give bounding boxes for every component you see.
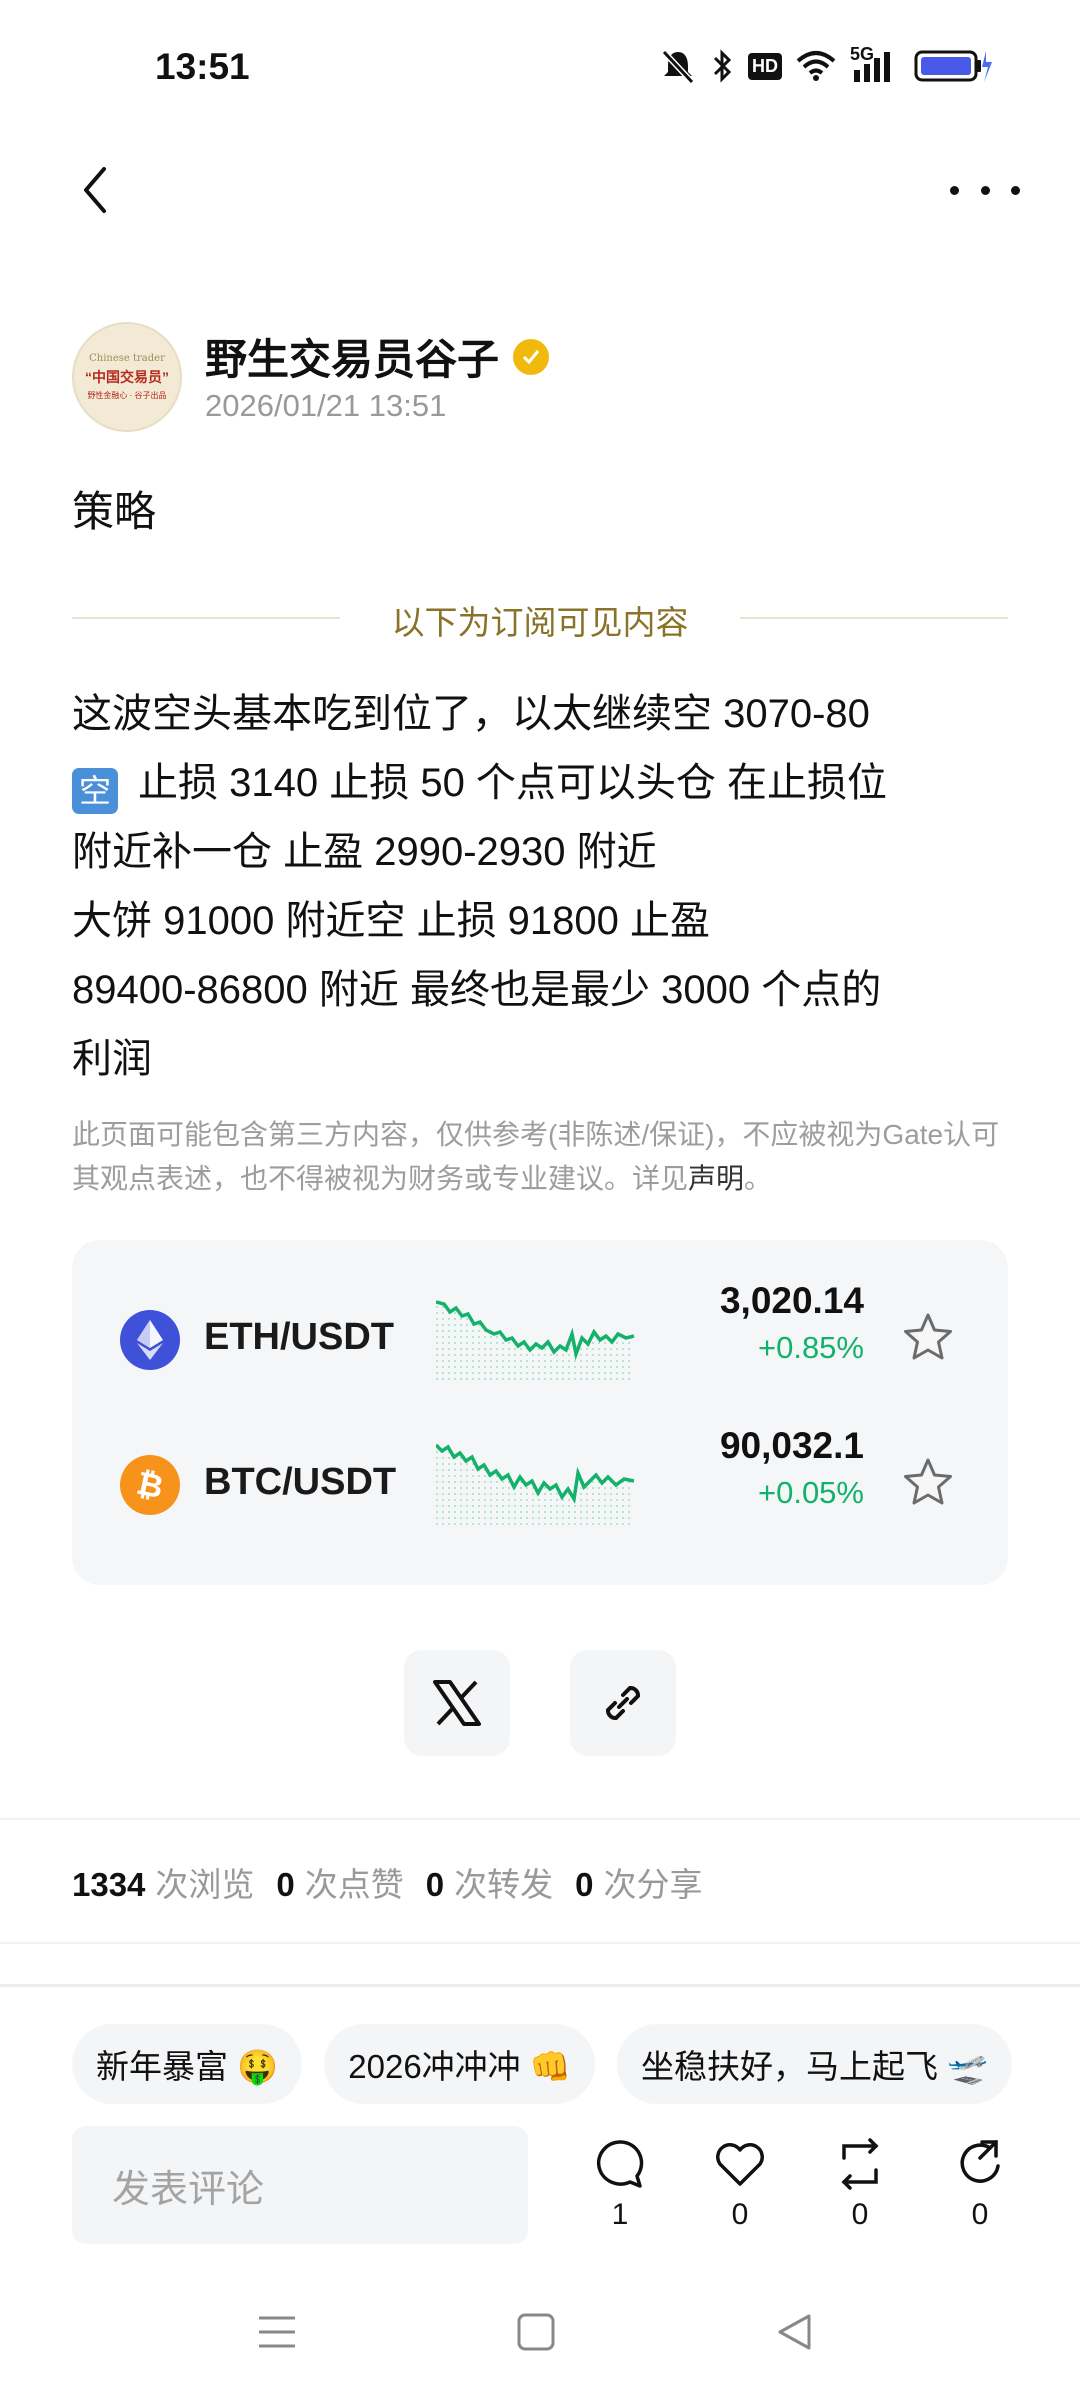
post-stats: 1334 次浏览 0 次点赞 0 次转发 0 次分享 bbox=[72, 1858, 703, 1906]
share-count: 0 bbox=[971, 2198, 989, 2231]
subscription-divider-label: 以下为订阅可见内容 bbox=[391, 604, 689, 641]
more-dots-icon bbox=[950, 185, 959, 195]
disclaimer-link[interactable]: 声明 bbox=[688, 1163, 744, 1194]
btc-sparkline bbox=[436, 1443, 635, 1529]
quick-reply-tag[interactable]: 2026冲冲冲 👊 bbox=[324, 2024, 595, 2104]
stat-value: 0 bbox=[425, 1866, 445, 1903]
like-action[interactable]: 0 bbox=[700, 2136, 780, 2232]
disclaimer-end: 。 bbox=[744, 1163, 773, 1194]
status-icons: HD 5G bbox=[658, 44, 992, 88]
coin-change: +0.05% bbox=[757, 1475, 864, 1510]
bottom-bar-divider bbox=[0, 1984, 1080, 1987]
avatar-line: 野性金融心 · 谷子出品 bbox=[87, 391, 167, 400]
divider-line-right bbox=[740, 617, 1008, 619]
svg-text:₿: ₿ bbox=[133, 1465, 166, 1505]
like-count: 0 bbox=[731, 2198, 749, 2231]
coin-row-eth[interactable]: ETH/USDT 3,020.14 +0.85% bbox=[72, 1280, 1008, 1400]
repost-icon bbox=[841, 2138, 879, 2190]
quick-reply-tag[interactable]: 新年暴富 🤑 bbox=[72, 2024, 303, 2104]
verified-badge-icon bbox=[513, 338, 550, 375]
stat-label: 次点赞 bbox=[304, 1866, 404, 1903]
coin-row-btc[interactable]: ₿ BTC/USDT 90,032.1 +0.05% bbox=[72, 1425, 1008, 1545]
post-body-line: 附近补一仓 止盈 2990-2930 附近 bbox=[72, 830, 657, 874]
stat-value: 1334 bbox=[72, 1866, 146, 1903]
system-nav-bar bbox=[0, 2300, 1080, 2370]
post-body-line: 这波空头基本吃到位了，以太继续空 3070-80 bbox=[72, 692, 870, 736]
separator bbox=[0, 1818, 1080, 1820]
post-title: 策略 bbox=[72, 488, 157, 535]
author-name[interactable]: 野生交易员谷子 bbox=[205, 326, 499, 387]
comment-bubble-icon bbox=[596, 2140, 644, 2188]
cellular-signal-icon: 5G bbox=[850, 44, 900, 84]
back-button[interactable] bbox=[70, 160, 120, 220]
disclaimer: 此页面可能包含第三方内容，仅供参考(非陈述/保证)，不应被视为Gate认可其观点… bbox=[72, 1113, 1012, 1201]
ethereum-icon bbox=[120, 1310, 180, 1370]
comment-input[interactable]: 发表评论 bbox=[72, 2126, 528, 2244]
market-card: ETH/USDT 3,020.14 +0.85% ₿ BTC/USDT 90,0… bbox=[72, 1240, 1008, 1585]
stat-label: 次分享 bbox=[603, 1866, 703, 1903]
comment-count: 1 bbox=[611, 2198, 629, 2231]
coin-pair: BTC/USDT bbox=[204, 1461, 397, 1503]
stat-reposts: 0 次转发 bbox=[426, 1858, 553, 1906]
post-body-line: 空止损 3140 止损 50 个点可以头仓 在止损位 bbox=[72, 749, 1022, 818]
link-icon bbox=[606, 1686, 640, 1720]
share-arrow-icon bbox=[960, 2140, 1000, 2183]
author-name-row[interactable]: 野生交易员谷子 bbox=[205, 326, 550, 387]
coin-price: 90,032.1 bbox=[719, 1425, 864, 1466]
menu-icon[interactable] bbox=[257, 2312, 297, 2352]
back-triangle-icon[interactable] bbox=[775, 2312, 815, 2352]
stat-label: 次转发 bbox=[454, 1866, 554, 1903]
status-time: 13:51 bbox=[155, 46, 250, 87]
repost-action[interactable]: 0 bbox=[820, 2136, 900, 2232]
share-action[interactable]: 0 bbox=[940, 2136, 1020, 2232]
coin-price: 3,020.14 bbox=[719, 1280, 864, 1321]
mute-icon bbox=[661, 49, 695, 84]
repost-count: 0 bbox=[851, 2198, 869, 2231]
coin-pair: ETH/USDT bbox=[204, 1316, 394, 1358]
stat-views: 1334 次浏览 bbox=[72, 1858, 254, 1906]
copy-link-button[interactable] bbox=[570, 1650, 676, 1756]
avatar-line: “中国交易员” bbox=[85, 369, 169, 385]
stat-shares: 0 次分享 bbox=[575, 1858, 702, 1906]
coin-change: +0.85% bbox=[757, 1330, 864, 1365]
share-x-button[interactable] bbox=[404, 1650, 510, 1756]
heart-icon bbox=[716, 2143, 764, 2186]
chevron-left-icon bbox=[84, 167, 106, 213]
post-timestamp: 2026/01/21 13:51 bbox=[205, 388, 447, 423]
post-body-text: 止损 3140 止损 50 个点可以头仓 在止损位 bbox=[138, 761, 888, 805]
wifi-icon bbox=[796, 51, 836, 81]
bluetooth-icon bbox=[713, 49, 732, 83]
stat-label: 次浏览 bbox=[155, 1866, 255, 1903]
avatar-line: Chinese trader bbox=[89, 353, 165, 364]
comment-action[interactable]: 1 bbox=[580, 2136, 660, 2232]
quick-reply-tags: 新年暴富 🤑 2026冲冲冲 👊 坐稳扶好，马上起飞 🛫 bbox=[72, 2024, 1013, 2104]
stat-likes: 0 次点赞 bbox=[276, 1858, 403, 1906]
battery-icon bbox=[914, 50, 992, 82]
stat-value: 0 bbox=[575, 1866, 594, 1903]
eth-sparkline bbox=[436, 1300, 635, 1384]
home-square-icon[interactable] bbox=[516, 2312, 556, 2352]
author-avatar[interactable]: Chinese trader “中国交易员” 野性金融心 · 谷子出品 bbox=[72, 322, 182, 432]
star-icon[interactable] bbox=[900, 1310, 956, 1366]
bitcoin-icon: ₿ bbox=[120, 1455, 180, 1515]
stat-value: 0 bbox=[276, 1866, 295, 1903]
x-logo-icon bbox=[433, 1680, 481, 1726]
post-body: 这波空头基本吃到位了，以太继续空 3070-80 空止损 3140 止损 50 … bbox=[72, 680, 1022, 1094]
post-body-line: 89400-86800 附近 最终也是最少 3000 个点的 bbox=[72, 968, 882, 1012]
separator bbox=[0, 1942, 1080, 1944]
post-body-line: 利润 bbox=[72, 1037, 152, 1081]
disclaimer-text: 此页面可能包含第三方内容，仅供参考(非陈述/保证)，不应被视为Gate认可其观点… bbox=[72, 1119, 1000, 1194]
star-icon[interactable] bbox=[900, 1455, 956, 1511]
quick-reply-tag[interactable]: 坐稳扶好，马上起飞 🛫 bbox=[616, 2024, 1013, 2104]
kong-badge-icon: 空 bbox=[72, 768, 118, 814]
hd-badge: HD bbox=[748, 52, 782, 80]
post-body-line: 大饼 91000 附近空 止损 91800 止盈 bbox=[72, 899, 711, 943]
more-options-button[interactable] bbox=[950, 170, 1020, 210]
